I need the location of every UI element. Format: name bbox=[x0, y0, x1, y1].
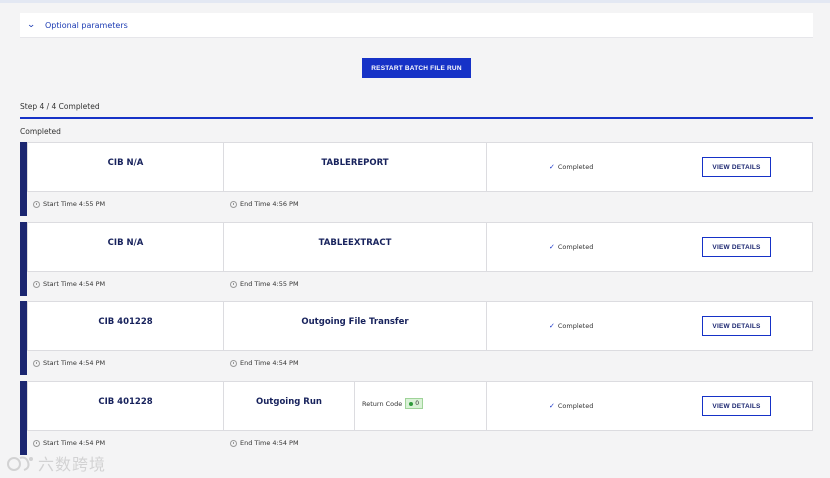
clock-icon bbox=[33, 280, 40, 288]
job-card-main: CIB 401228 Outgoing Run Return Code 0 ✓ C… bbox=[27, 381, 813, 431]
step-progress-bar bbox=[20, 117, 813, 119]
check-icon: ✓ bbox=[549, 163, 555, 171]
status-dot-icon bbox=[409, 401, 414, 406]
job-card-main: CIB N/A TABLEEXTRACT ✓ Completed VIEW DET… bbox=[27, 222, 813, 272]
cib-id: CIB 401228 bbox=[98, 397, 153, 407]
return-code: Return Code 0 bbox=[362, 398, 424, 409]
section-title: Completed bbox=[20, 127, 61, 136]
job-card-main: CIB 401228 Outgoing File Transfer ✓ Compl… bbox=[27, 301, 813, 351]
job-card: CIB N/A TABLEEXTRACT ✓ Completed VIEW DET… bbox=[20, 222, 813, 296]
return-code-label: Return Code bbox=[362, 399, 403, 408]
end-time: End Time 4:54 PM bbox=[230, 435, 299, 451]
chevron-down-icon: ⌄ bbox=[26, 20, 36, 30]
end-time: End Time 4:54 PM bbox=[230, 355, 299, 371]
job-name: Outgoing File Transfer bbox=[301, 317, 409, 327]
status-text: Completed bbox=[557, 243, 594, 251]
cib-id: CIB N/A bbox=[107, 238, 144, 248]
end-time-text: End Time 4:54 PM bbox=[240, 439, 299, 447]
start-time: Start Time 4:55 PM bbox=[33, 196, 105, 212]
view-details-button[interactable]: VIEW DETAILS bbox=[702, 396, 771, 416]
start-time-text: Start Time 4:55 PM bbox=[43, 200, 106, 208]
view-details-button[interactable]: VIEW DETAILS bbox=[702, 316, 771, 336]
restart-batch-file-run-button[interactable]: RESTART BATCH FILE RUN bbox=[362, 58, 471, 78]
job-card: CIB 401228 Outgoing Run Return Code 0 ✓ C… bbox=[20, 381, 813, 455]
card-accent-bar bbox=[20, 301, 27, 375]
start-time: Start Time 4:54 PM bbox=[33, 276, 105, 292]
start-time: Start Time 4:54 PM bbox=[33, 355, 105, 371]
clock-icon bbox=[33, 439, 40, 447]
job-card-main: CIB N/A TABLEREPORT ✓ Completed VIEW DETA… bbox=[27, 142, 813, 192]
clock-icon bbox=[230, 359, 237, 367]
step-progress-label: Step 4 / 4 Completed bbox=[20, 102, 100, 111]
check-icon: ✓ bbox=[549, 322, 555, 330]
view-details-button[interactable]: VIEW DETAILS bbox=[702, 157, 771, 177]
card-accent-bar bbox=[20, 381, 27, 455]
job-card: CIB 401228 Outgoing File Transfer ✓ Compl… bbox=[20, 301, 813, 375]
job-name: TABLEREPORT bbox=[321, 158, 389, 168]
check-icon: ✓ bbox=[549, 243, 555, 251]
end-time-text: End Time 4:54 PM bbox=[240, 359, 299, 367]
clock-icon bbox=[33, 359, 40, 367]
check-icon: ✓ bbox=[549, 402, 555, 410]
watermark-logo-icon bbox=[7, 456, 33, 471]
return-code-badge: 0 bbox=[405, 398, 424, 409]
end-time-text: End Time 4:56 PM bbox=[240, 200, 299, 208]
status-text: Completed bbox=[557, 402, 594, 410]
status-indicator: ✓ Completed bbox=[549, 322, 593, 330]
start-time-text: Start Time 4:54 PM bbox=[43, 280, 106, 288]
clock-icon bbox=[230, 439, 237, 447]
watermark: 六数跨境 bbox=[6, 453, 116, 474]
optional-parameters-label: Optional parameters bbox=[45, 20, 128, 30]
end-time-text: End Time 4:55 PM bbox=[240, 280, 299, 288]
return-code-value: 0 bbox=[415, 400, 420, 407]
job-name: TABLEEXTRACT bbox=[318, 238, 392, 248]
clock-icon bbox=[33, 200, 40, 208]
card-accent-bar bbox=[20, 222, 27, 296]
end-time: End Time 4:55 PM bbox=[230, 276, 299, 292]
status-indicator: ✓ Completed bbox=[549, 163, 593, 171]
job-card: CIB N/A TABLEREPORT ✓ Completed VIEW DETA… bbox=[20, 142, 813, 216]
optional-parameters-toggle[interactable]: ⌄ Optional parameters bbox=[20, 13, 813, 38]
start-time-text: Start Time 4:54 PM bbox=[43, 359, 106, 367]
status-text: Completed bbox=[557, 322, 594, 330]
clock-icon bbox=[230, 280, 237, 288]
cib-id: CIB 401228 bbox=[98, 317, 153, 327]
job-name: Outgoing Run bbox=[256, 397, 322, 407]
view-details-button[interactable]: VIEW DETAILS bbox=[702, 237, 771, 257]
clock-icon bbox=[230, 200, 237, 208]
start-time: Start Time 4:54 PM bbox=[33, 435, 105, 451]
start-time-text: Start Time 4:54 PM bbox=[43, 439, 106, 447]
card-accent-bar bbox=[20, 142, 27, 216]
status-indicator: ✓ Completed bbox=[549, 243, 593, 251]
watermark-text: 六数跨境 bbox=[38, 455, 107, 474]
end-time: End Time 4:56 PM bbox=[230, 196, 299, 212]
top-strip bbox=[0, 0, 830, 3]
status-indicator: ✓ Completed bbox=[549, 402, 593, 410]
status-text: Completed bbox=[557, 163, 594, 171]
cib-id: CIB N/A bbox=[107, 158, 144, 168]
